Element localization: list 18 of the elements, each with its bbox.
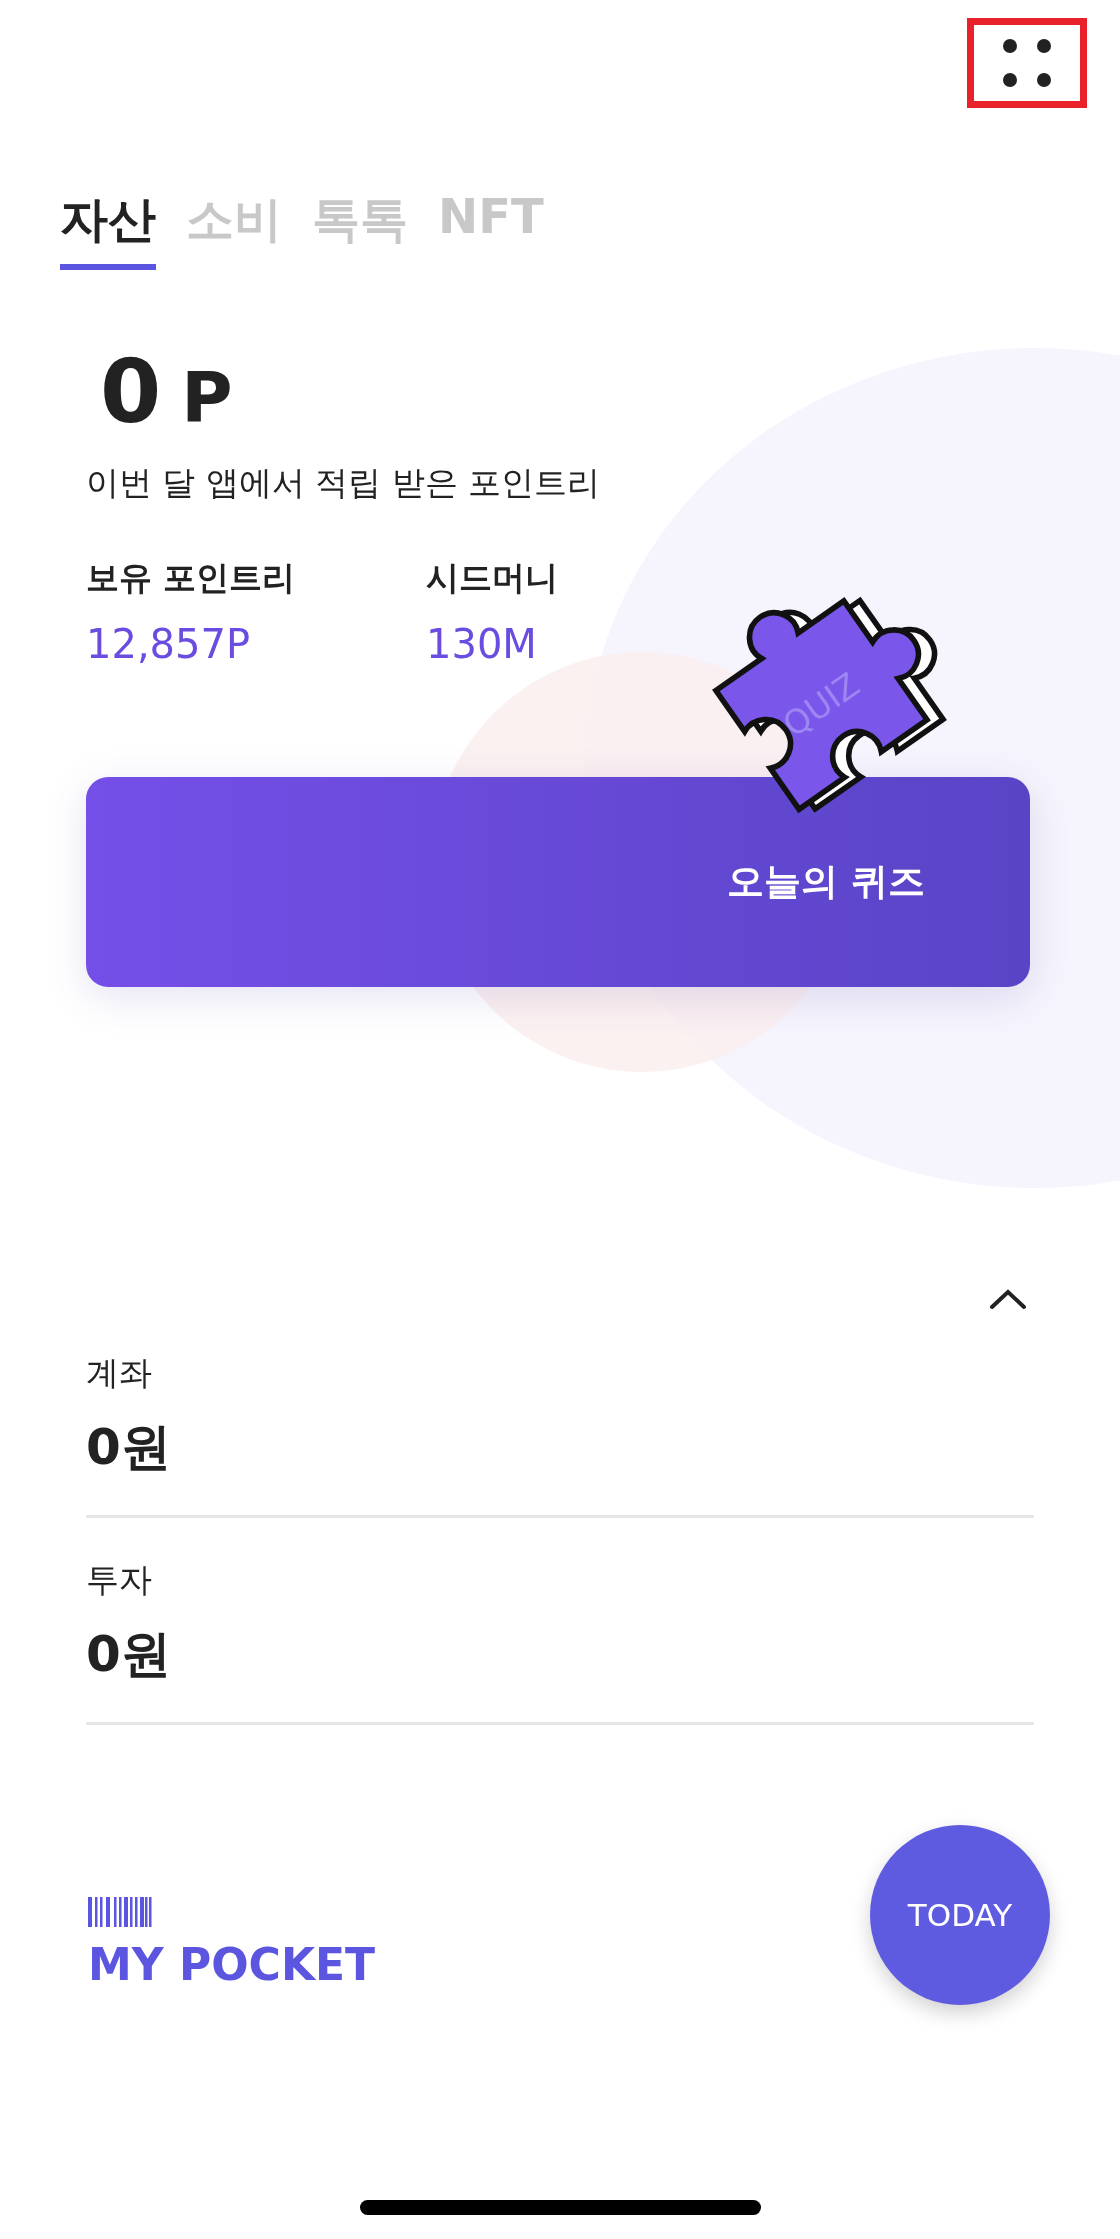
my-pocket-link[interactable]: MY POCKET — [88, 1939, 376, 1990]
stat-value: 130M — [426, 621, 538, 667]
today-button[interactable]: TODAY — [870, 1825, 1050, 2005]
points-value: 0 P — [99, 340, 234, 443]
tab[interactable]: 자산 — [60, 188, 156, 270]
account-label: 투자 — [86, 1559, 153, 1601]
account-label: 계좌 — [86, 1352, 153, 1394]
stat-label: 보유 포인트리 — [86, 557, 297, 599]
quiz-button[interactable]: 오늘의 퀴즈 — [86, 777, 1030, 987]
account-amount: 0원 — [86, 1624, 172, 1685]
points-caption: 이번 달 앱에서 적립 받은 포인트리 — [86, 462, 602, 504]
menu-button[interactable] — [967, 18, 1087, 108]
chevron-up-icon[interactable] — [988, 1287, 1028, 1311]
menu-icon — [1003, 39, 1051, 87]
account-amount: 0원 — [86, 1417, 172, 1478]
barcode-icon — [88, 1897, 154, 1927]
stat-label: 시드머니 — [426, 557, 559, 599]
stat-value: 12,857P — [86, 621, 252, 667]
